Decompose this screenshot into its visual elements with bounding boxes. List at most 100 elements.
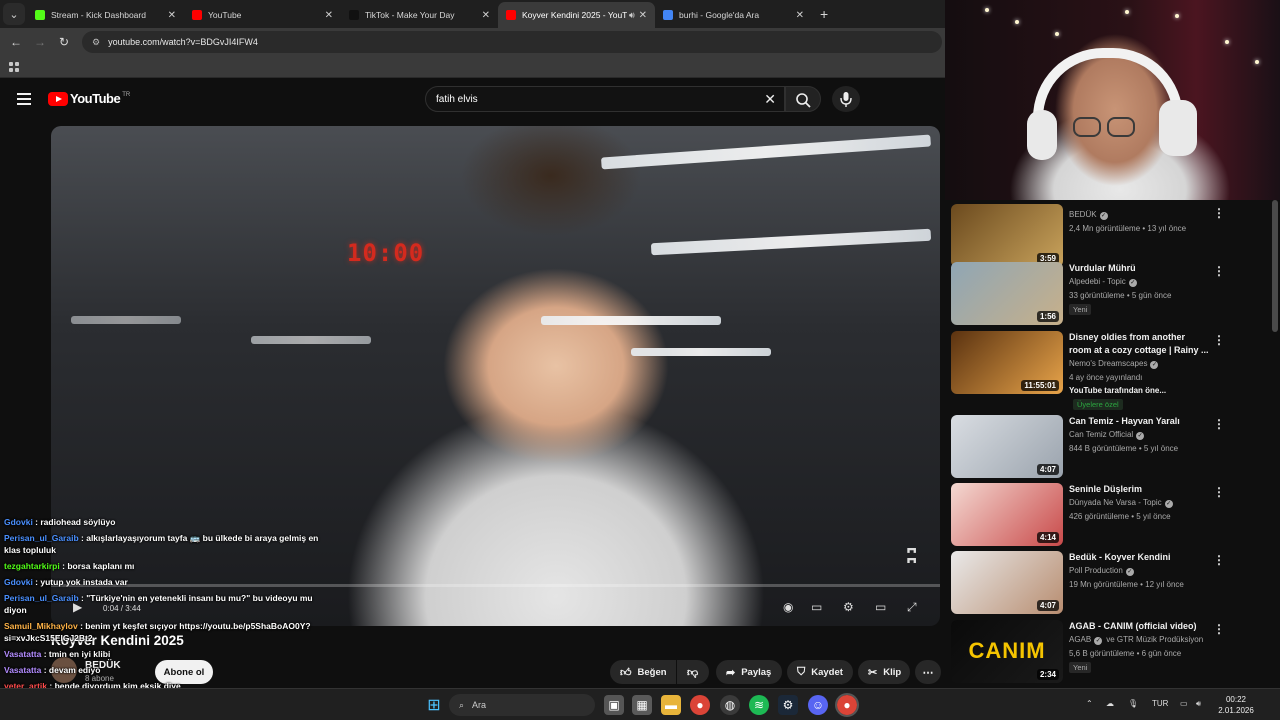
menu-hamburger-icon[interactable] [17, 93, 31, 105]
recommendation-item[interactable]: 1:56 Vurdular Mührü Alpedebi - Topic ✓ 33 gö… [951, 262, 1271, 328]
more-vertical-icon[interactable]: ⋮ [1213, 622, 1225, 636]
apps-grid-icon[interactable] [9, 62, 19, 72]
language-indicator[interactable]: TUR [1152, 699, 1168, 708]
network-icon[interactable]: ▭ [1180, 699, 1188, 708]
autoplay-toggle-icon[interactable]: ◉ [783, 600, 793, 614]
video-thumbnail[interactable]: 4:07 [951, 415, 1063, 478]
file-explorer-icon[interactable]: ▬ [661, 695, 681, 715]
task-view-icon[interactable]: ▣ [604, 695, 624, 715]
tab-close-icon[interactable]: ✕ [482, 10, 490, 21]
video-thumbnail[interactable]: 1:56 [951, 262, 1063, 325]
more-vertical-icon[interactable]: ⋮ [1213, 417, 1225, 431]
video-thumbnail[interactable]: CANIM 2:34 [951, 620, 1063, 683]
taskbar-clock[interactable]: 00:22 2.01.2026 [1212, 694, 1260, 716]
browser-tab[interactable]: burhi - Google'da Ara ✕ [655, 2, 812, 28]
video-thumbnail[interactable]: 11:55:01 [951, 331, 1063, 394]
tab-close-icon[interactable]: ✕ [796, 10, 804, 21]
recommendation-item[interactable]: 4:07 Can Temiz - Hayvan Yaralı Can Temiz O… [951, 415, 1271, 481]
share-button[interactable]: ➦ Paylaş [716, 660, 782, 684]
browser-tab[interactable]: Stream - Kick Dashboard ✕ [27, 2, 184, 28]
search-button[interactable] [785, 86, 821, 112]
chat-username[interactable]: Samuil_Mikhaylov [4, 621, 78, 631]
like-button[interactable]: 👍︎ Beğen [610, 660, 676, 684]
video-title[interactable]: Seninle Düşlerim [1069, 483, 1209, 496]
channel-name[interactable]: BEDÜK ✓ [1069, 210, 1108, 220]
tray-mic-icon[interactable]: 🎙︎ [1128, 699, 1138, 708]
browser-tab[interactable]: Koyver Kendini 2025 - YouT 🔊︎ ✕ [498, 2, 655, 28]
discord-icon[interactable]: ☺ [808, 695, 828, 715]
recommendation-item[interactable]: 3:59 BEDÜK ✓ 2,4 Mn görüntüleme • 13 yıl ön… [951, 204, 1271, 270]
address-bar[interactable]: ⚙ youtube.com/watch?v=BDGvJI4IFW4 [82, 31, 942, 53]
settings-gear-icon[interactable]: ⚙ [843, 600, 854, 614]
tab-search-chevron-icon[interactable]: ⌄ [3, 3, 25, 25]
tab-close-icon[interactable]: ✕ [639, 10, 647, 21]
recommendations-scrollbar[interactable] [1272, 200, 1278, 685]
reload-icon[interactable]: ↻ [52, 35, 76, 49]
new-tab-plus-icon[interactable]: + [820, 6, 828, 22]
subtitles-icon[interactable]: ▭ [811, 600, 822, 614]
chrome-active-icon[interactable]: ● [835, 693, 859, 717]
chat-username[interactable]: Vasatatta [4, 665, 41, 675]
video-title[interactable]: Can Temiz - Hayvan Yaralı [1069, 415, 1209, 428]
channel-name[interactable]: Dünyada Ne Varsa - Topic ✓ [1069, 498, 1173, 508]
volume-icon[interactable]: 🔊︎ [1196, 699, 1201, 709]
chat-username[interactable]: Perisan_ul_Garaib [4, 533, 79, 543]
video-thumbnail[interactable]: 4:07 [951, 551, 1063, 614]
recommendation-item[interactable]: 11:55:01 Disney oldies from another room … [951, 331, 1271, 410]
clear-search-icon[interactable]: ✕ [764, 91, 776, 108]
browser-tab[interactable]: YouTube ✕ [184, 2, 341, 28]
browser-tab[interactable]: TikTok - Make Your Day ✕ [341, 2, 498, 28]
channel-name[interactable]: Can Temiz Official ✓ [1069, 430, 1145, 440]
recommendation-item[interactable]: 4:14 Seninle Düşlerim Dünyada Ne Varsa - T… [951, 483, 1271, 549]
clip-button[interactable]: ✂ Klip [858, 660, 910, 684]
site-info-icon[interactable]: ⚙ [92, 37, 100, 48]
store-icon[interactable]: ▦ [632, 695, 652, 715]
taskbar-search[interactable]: ⌕ Ara [449, 694, 595, 716]
forward-arrow-icon[interactable]: → [28, 35, 52, 49]
youtube-logo[interactable]: YouTube TR [48, 91, 130, 106]
fullscreen-icon[interactable]: ⤢ [907, 600, 917, 615]
dislike-button[interactable]: 👎︎ [677, 660, 709, 684]
chat-username[interactable]: Gdovki [4, 577, 33, 587]
video-thumbnail[interactable]: 3:59 [951, 204, 1063, 267]
more-vertical-icon[interactable]: ⋮ [1213, 264, 1225, 278]
search-input[interactable]: fatih elvis ✕ [425, 86, 785, 112]
recommendation-item[interactable]: CANIM 2:34 AGAB - CANIM (official video) AG… [951, 620, 1271, 685]
save-button[interactable]: ⛉ Kaydet [787, 660, 853, 684]
voice-search-button[interactable] [832, 86, 860, 112]
theater-mode-icon[interactable]: ▭ [875, 600, 886, 614]
chrome-icon[interactable]: ● [690, 695, 710, 715]
video-title[interactable]: Disney oldies from another room at a coz… [1069, 331, 1209, 357]
video-title[interactable]: Bedük - Koyver Kendini [1069, 551, 1209, 564]
chat-username[interactable]: tezgahtarkirpi [4, 561, 60, 571]
app-icon[interactable]: ◍ [720, 695, 740, 715]
channel-name[interactable]: Alpedebi - Topic ✓ [1069, 277, 1137, 287]
more-vertical-icon[interactable]: ⋮ [1213, 206, 1225, 220]
tab-audio-icon[interactable]: 🔊︎ [629, 10, 635, 21]
more-actions-button[interactable]: ⋯ [915, 660, 941, 684]
verified-check-icon: ✓ [1128, 279, 1137, 287]
tab-close-icon[interactable]: ✕ [168, 10, 176, 21]
channel-name[interactable]: Nemo's Dreamscapes ✓ [1069, 359, 1159, 369]
tray-cloud-icon[interactable]: ☁ [1106, 699, 1114, 708]
video-thumbnail[interactable]: 4:14 [951, 483, 1063, 546]
chat-username[interactable]: Perisan_ul_Garaib [4, 593, 79, 603]
tray-chevron-icon[interactable]: ⌃ [1086, 699, 1093, 708]
steam-icon[interactable]: ⚙ [778, 695, 798, 715]
garland-light [1015, 20, 1019, 24]
more-vertical-icon[interactable]: ⋮ [1213, 485, 1225, 499]
back-arrow-icon[interactable]: ← [4, 35, 28, 49]
recommendation-item[interactable]: 4:07 Bedük - Koyver Kendini Poll Productio… [951, 551, 1271, 617]
more-vertical-icon[interactable]: ⋮ [1213, 333, 1225, 347]
channel-name[interactable]: AGAB ✓ ve GTR Müzik Prodüksiyon [1069, 635, 1203, 645]
windows-start-icon[interactable]: ⊞ [424, 695, 444, 715]
video-title[interactable]: Vurdular Mührü [1069, 262, 1209, 275]
spotify-icon[interactable]: ≋ [749, 695, 769, 715]
more-vertical-icon[interactable]: ⋮ [1213, 553, 1225, 567]
chat-username[interactable]: Vasatatta [4, 649, 41, 659]
tab-close-icon[interactable]: ✕ [325, 10, 333, 21]
chat-message: Gdovki : yutup yok instada var [0, 574, 330, 590]
channel-name[interactable]: Poll Production ✓ [1069, 566, 1134, 576]
chat-username[interactable]: Gdovki [4, 517, 33, 527]
video-title[interactable]: AGAB - CANIM (official video) [1069, 620, 1209, 633]
